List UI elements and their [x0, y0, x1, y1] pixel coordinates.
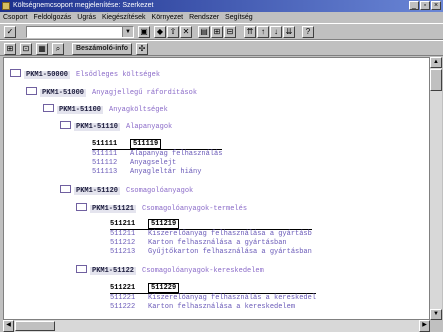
menu-segitseg[interactable]: Segítség — [225, 12, 253, 23]
grid-icon[interactable]: ▦ — [36, 43, 48, 55]
maximize-button[interactable]: ▫ — [420, 1, 430, 10]
tree-node-51100[interactable]: PKM1-51100 Anyagköltségek — [43, 103, 168, 115]
tree-node-51120[interactable]: PKM1-51120 Csomagolóanyagok — [60, 184, 193, 196]
folder-icon — [43, 104, 54, 112]
list-item[interactable]: 511221 Kiszerelőanyag felhasználás a kere… — [110, 294, 316, 303]
cost-element-list: 511211 511219 511211 Kiszerelőanyag felhas… — [110, 219, 312, 257]
tree-node-root[interactable]: PKM1-50000 Elsődleges költségek — [10, 68, 160, 80]
folder-icon — [60, 185, 71, 193]
scroll-down-icon[interactable]: ▼ — [430, 309, 442, 320]
folder-icon — [76, 203, 87, 211]
find-icon[interactable]: ⊞ — [211, 26, 223, 38]
find-next-icon[interactable]: ⊟ — [224, 26, 236, 38]
help-icon[interactable]: ? — [302, 26, 314, 38]
previous-page-icon[interactable]: ↑ — [257, 26, 269, 38]
find-node-icon[interactable]: ⌕ — [52, 43, 64, 55]
menu-kiegeszitesek[interactable]: Kiegészítések — [102, 12, 146, 23]
scroll-thumb[interactable] — [15, 321, 55, 331]
list-item[interactable]: 511222 Karton felhasználása a kereskedele… — [110, 303, 316, 312]
back-icon[interactable]: ◆ — [154, 26, 166, 38]
folder-icon — [76, 265, 87, 273]
scroll-thumb[interactable] — [430, 69, 442, 91]
window-title: Költségnemcsoport megjelenítése: Szerkez… — [13, 2, 154, 9]
checkmark-icon[interactable]: ✓ — [4, 26, 16, 38]
menu-feldolgozas[interactable]: Feldolgozás — [34, 12, 72, 23]
title-bar: Költségnemcsoport megjelenítése: Szerkez… — [0, 0, 443, 12]
cost-element-list: 511221 511229 511221 Kiszerelőanyag felhas… — [110, 283, 317, 312]
cancel-icon[interactable]: ✕ — [180, 26, 192, 38]
tree-node-51000[interactable]: PKM1-51000 Anyagjellegű ráfordítások — [26, 86, 197, 98]
list-header: 511111 511119 — [92, 139, 223, 150]
chevron-down-icon[interactable]: ▼ — [122, 27, 133, 37]
app-icon — [2, 2, 10, 10]
settings-icon[interactable]: ✣ — [136, 43, 148, 55]
print-icon[interactable]: ▤ — [198, 26, 210, 38]
application-toolbar: ⊞ ⊡ ▦ ⌕ Beszámoló-info ✣ — [0, 40, 443, 56]
window-controls: _ ▫ × — [409, 1, 441, 10]
last-page-icon[interactable]: ⇊ — [283, 26, 295, 38]
expand-all-icon[interactable]: ⊞ — [4, 43, 16, 55]
save-icon[interactable]: ▣ — [138, 26, 150, 38]
tree-node-51121[interactable]: PKM1-51121 Csomagolóanyagok-termelés — [76, 202, 247, 214]
minimize-button[interactable]: _ — [409, 1, 419, 10]
list-item[interactable]: 511111 Alapanyag felhasználás — [92, 150, 222, 159]
folder-icon — [60, 121, 71, 129]
standard-toolbar: ✓ ▼ ▣ ◆ ⇧ ✕ ▤ ⊞ ⊟ ⇈ ↑ ↓ ⇊ ? — [0, 23, 443, 40]
next-page-icon[interactable]: ↓ — [270, 26, 282, 38]
tree-node-51122[interactable]: PKM1-51122 Csomagolóanyagok-kereskedelem — [76, 264, 264, 276]
menu-kornyezet[interactable]: Környezet — [152, 12, 184, 23]
vertical-scrollbar[interactable]: ▲ ▼ — [430, 57, 442, 320]
list-header: 511211 511219 — [110, 219, 312, 230]
horizontal-scrollbar[interactable]: ◀ ▶ — [3, 320, 430, 332]
menu-ugras[interactable]: Ugrás — [77, 12, 96, 23]
list-item[interactable]: 511213 Gyűjtőkarton felhasználása a gyárt… — [110, 248, 312, 257]
collapse-icon[interactable]: ⊡ — [20, 43, 32, 55]
list-item[interactable]: 511211 Kiszerelőanyag felhasználása a gyá… — [110, 230, 312, 239]
tree-view: PKM1-50000 Elsődleges költségek PKM1-5100… — [3, 57, 430, 320]
close-button[interactable]: × — [431, 1, 441, 10]
folder-icon — [10, 69, 21, 77]
menu-bar: Csoport Feldolgozás Ugrás Kiegészítések … — [0, 12, 443, 23]
scroll-right-icon[interactable]: ▶ — [419, 320, 430, 332]
report-info-button[interactable]: Beszámoló-info — [72, 43, 132, 55]
scroll-up-icon[interactable]: ▲ — [430, 57, 442, 68]
folder-icon — [26, 87, 37, 95]
first-page-icon[interactable]: ⇈ — [244, 26, 256, 38]
menu-csoport[interactable]: Csoport — [3, 12, 28, 23]
list-item[interactable]: 511113 Anyagleltár hiány — [92, 168, 222, 177]
list-item[interactable]: 511112 Anyagselejt — [92, 159, 222, 168]
menu-rendszer[interactable]: Rendszer — [189, 12, 219, 23]
tree-node-51110[interactable]: PKM1-51110 Alapanyagok — [60, 120, 172, 132]
command-field[interactable]: ▼ — [26, 26, 134, 38]
list-header: 511221 511229 — [110, 283, 317, 294]
scroll-left-icon[interactable]: ◀ — [3, 320, 14, 332]
cost-element-list: 511111 511119 511111 Alapanyag felhasználá… — [92, 139, 223, 177]
list-item[interactable]: 511212 Karton felhasználása a gyártásban — [110, 239, 312, 248]
exit-icon[interactable]: ⇧ — [167, 26, 179, 38]
